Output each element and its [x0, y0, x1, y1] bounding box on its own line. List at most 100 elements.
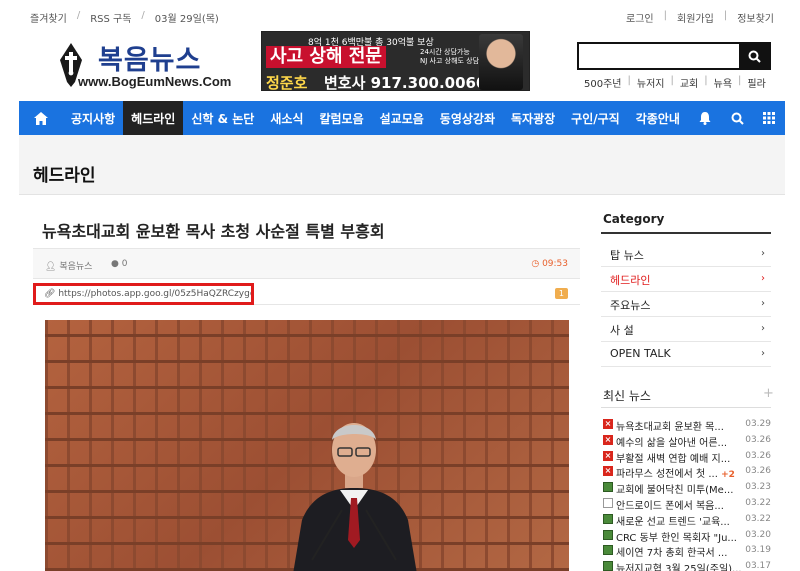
category-label: 주요뉴스	[610, 299, 651, 312]
quick-links: 500주년 | 뉴저지 | 교회 | 뉴욕 | 필라	[584, 75, 766, 90]
news-date: 03.22	[745, 497, 771, 508]
top-utility-bar: 즐겨찾기 / RSS 구독 / 03월 29일(목) 로그인 | 회원가입 | …	[0, 0, 800, 30]
article-photo[interactable]	[45, 320, 569, 571]
quick-link[interactable]: 필라	[747, 75, 765, 90]
comment-count: ● 0	[111, 259, 127, 269]
ad-side-line: NJ 사고 상해도 상담	[420, 57, 480, 65]
image-post-icon	[603, 529, 613, 540]
category-item-main-news[interactable]: 주요뉴스 ›	[601, 292, 771, 317]
nav-item-news[interactable]: 새소식	[262, 101, 311, 135]
category-item-top-news[interactable]: 탑 뉴스 ›	[601, 242, 771, 267]
news-title: 예수의 삶을 살아낸 어른...	[616, 434, 744, 449]
nav-item-jobs[interactable]: 구인/구직	[563, 101, 628, 135]
news-list-item[interactable]: 뉴저지교협 3월 25일(주일)... 03.17	[601, 559, 771, 571]
bookmark-link[interactable]: 즐겨찾기	[30, 10, 67, 25]
news-title-text: CRC 동부 한인 목회자 "Ju...	[616, 532, 737, 544]
notification-button[interactable]	[689, 101, 721, 135]
user-icon: 👤︎	[45, 262, 57, 272]
quick-link[interactable]: 뉴저지	[637, 75, 665, 90]
quick-link[interactable]: 500주년	[584, 75, 622, 90]
search-button[interactable]	[739, 44, 769, 68]
category-item-headline[interactable]: 헤드라인 ›	[601, 267, 771, 292]
grid-icon	[763, 112, 775, 124]
menu-grid-button[interactable]	[753, 101, 785, 135]
nav-item-columns[interactable]: 칼럼모음	[311, 101, 371, 135]
nav-item-headline[interactable]: 헤드라인	[123, 101, 184, 135]
nav-item-notice[interactable]: 공지사항	[63, 101, 123, 135]
ad-headline: 사고 상해 전문	[266, 46, 386, 68]
new-post-icon: ×	[603, 450, 613, 461]
news-list-item[interactable]: × 부활절 새벽 연합 예배 지... 03.26	[601, 449, 771, 465]
find-info-link[interactable]: 정보찾기	[737, 10, 774, 25]
author-name[interactable]: 복음뉴스	[59, 262, 92, 272]
page-title: 헤드라인	[33, 166, 96, 186]
news-title-text: 부활절 새벽 연합 예배 지...	[616, 453, 731, 465]
ad-banner[interactable]: 8억 1천 6백만불 총 30억불 보상 사고 상해 전문 24시간 상담가능 …	[261, 31, 530, 91]
nav-item-video-lectures[interactable]: 동영상강좌	[432, 101, 503, 135]
news-list-item[interactable]: 교회에 불어닥친 미투(Me... 03.23	[601, 480, 771, 496]
news-title: 부활절 새벽 연합 예배 지...	[616, 450, 744, 465]
news-title: 파라무스 성전에서 첫 ... +2	[616, 465, 744, 480]
comment-count-value: 0	[121, 259, 128, 269]
home-icon	[34, 111, 48, 125]
signup-link[interactable]: 회원가입	[677, 10, 714, 25]
more-news-button[interactable]: +	[763, 386, 774, 401]
search-input[interactable]	[579, 44, 739, 68]
comment-badge: +2	[721, 470, 735, 481]
news-title: 뉴욕초대교회 윤보환 목...	[616, 418, 744, 433]
news-title-text: 파라무스 성전에서 첫 ...	[616, 469, 718, 481]
divider: |	[663, 10, 667, 21]
news-list-item[interactable]: CRC 동부 한인 목회자 "Ju... 03.20	[601, 528, 771, 544]
divider: /	[76, 10, 81, 21]
category-label: 탑 뉴스	[610, 249, 644, 262]
nav-item-sermons[interactable]: 설교모음	[372, 101, 432, 135]
news-date: 03.20	[745, 529, 771, 540]
nav-icons	[689, 101, 785, 135]
article-link[interactable]: https://photos.app.goo.gl/05z5HaQZRCzygc…	[58, 289, 251, 299]
bell-icon	[699, 111, 711, 125]
news-title-text: 안드로이드 폰에서 복음...	[616, 500, 724, 512]
search-icon	[731, 112, 744, 125]
news-title: 새로운 선교 트렌드 '교육...	[616, 513, 744, 528]
nav-item-info[interactable]: 각종안내	[628, 101, 688, 135]
news-date: 03.26	[745, 466, 771, 477]
chevron-right-icon: ›	[761, 248, 765, 259]
quick-link[interactable]: 교회	[680, 75, 698, 90]
news-list-item[interactable]: × 파라무스 성전에서 첫 ... +2 03.26	[601, 464, 771, 480]
divider	[601, 407, 771, 408]
news-list-item[interactable]: × 뉴욕초대교회 윤보환 목... 03.29	[601, 417, 771, 433]
category-item-open-talk[interactable]: OPEN TALK ›	[601, 342, 771, 367]
nav-search-button[interactable]	[721, 101, 753, 135]
nav-item-theology[interactable]: 신학 & 논단	[183, 101, 262, 135]
new-post-icon: ×	[603, 434, 613, 445]
latest-news-list: × 뉴욕초대교회 윤보환 목... 03.29 × 예수의 삶을 살아낸 어른... 03…	[601, 417, 771, 571]
news-title: 안드로이드 폰에서 복음...	[616, 497, 744, 512]
divider	[601, 232, 771, 234]
divider: |	[738, 75, 742, 86]
news-title-text: 세이연 7차 총회 한국서 ...	[616, 548, 728, 560]
category-label: OPEN TALK	[610, 347, 671, 360]
category-label: 사 설	[610, 324, 634, 337]
news-title-text: 뉴저지교협 3월 25일(주일)...	[616, 564, 742, 571]
news-list-item[interactable]: 새로운 선교 트렌드 '교육... 03.22	[601, 512, 771, 528]
home-button[interactable]	[19, 101, 63, 135]
page-header: 헤드라인	[19, 135, 785, 195]
search-icon	[748, 50, 761, 63]
news-list-item[interactable]: × 예수의 삶을 살아낸 어른... 03.26	[601, 433, 771, 449]
news-title-text: 뉴욕초대교회 윤보환 목...	[616, 422, 724, 433]
document-icon	[603, 497, 613, 508]
login-link[interactable]: 로그인	[626, 10, 654, 25]
category-label: 헤드라인	[610, 274, 651, 287]
nav-item-readers-forum[interactable]: 독자광장	[503, 101, 563, 135]
category-item-editorial[interactable]: 사 설 ›	[601, 317, 771, 342]
speaker-figure	[293, 423, 417, 571]
site-logo[interactable]: 복음뉴스 www.BogEumNews.Com	[56, 38, 231, 94]
rss-link[interactable]: RSS 구독	[90, 10, 131, 25]
article-title: 뉴욕초대교회 윤보환 목사 초청 사순절 특별 부흥회	[42, 222, 385, 241]
quick-link[interactable]: 뉴욕	[714, 75, 732, 90]
search-box	[577, 42, 771, 70]
news-list-item[interactable]: 안드로이드 폰에서 복음... 03.22	[601, 496, 771, 512]
top-links-right: 로그인 | 회원가입 | 정보찾기	[626, 10, 774, 25]
news-list-item[interactable]: 세이연 7차 총회 한국서 ... 03.19	[601, 543, 771, 559]
link-icon: 🔗︎	[44, 289, 56, 299]
